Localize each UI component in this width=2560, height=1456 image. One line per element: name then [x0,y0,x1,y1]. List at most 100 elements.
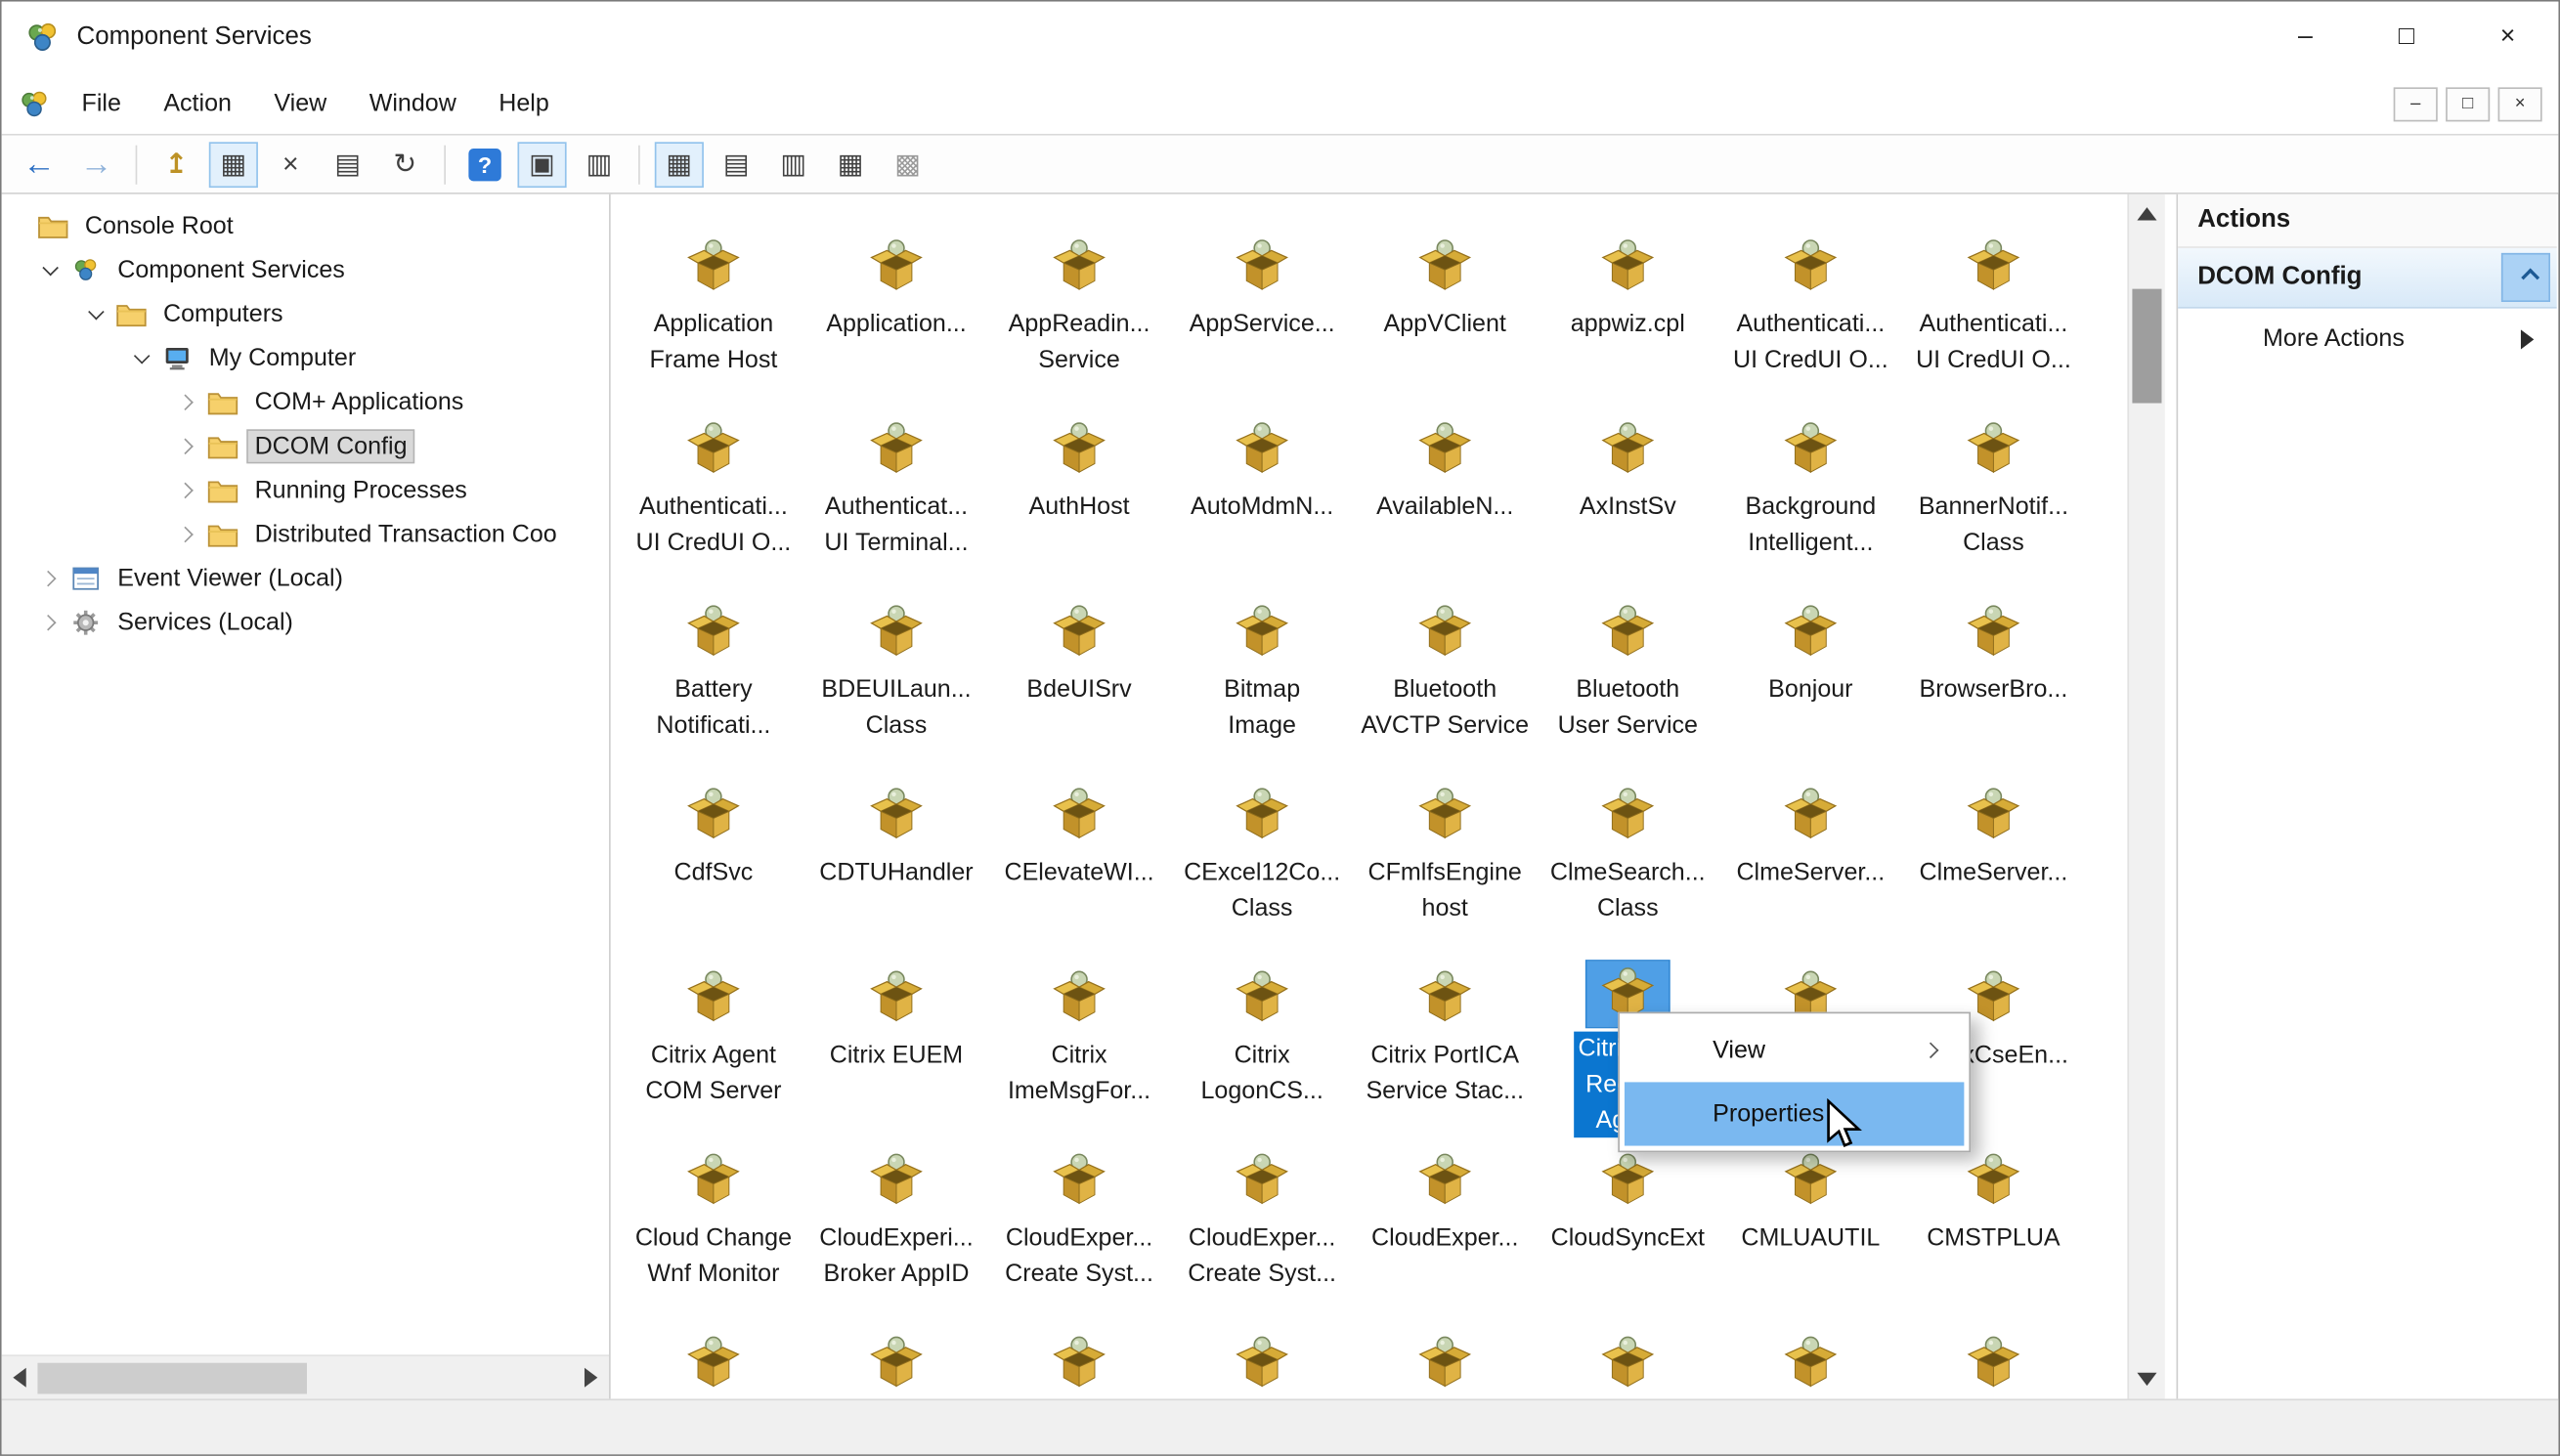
tree-item-my-computer[interactable]: My Computer [2,336,609,380]
help-button[interactable]: ? [460,141,509,187]
collapse-section-button[interactable] [2500,252,2551,303]
chevron-right-icon[interactable] [171,433,197,459]
component-cloudsyncext[interactable]: CloudSyncExt [1537,1128,1719,1310]
component-item[interactable] [1171,1310,1354,1398]
delete-button[interactable]: × [266,141,315,187]
chevron-right-icon[interactable] [171,522,197,548]
component-axinstsv[interactable]: AxInstSv [1537,397,1719,579]
tree-item-services-local[interactable]: Services (Local) [2,601,609,645]
component-citrix[interactable]: Citrix LogonCS... [1171,945,1354,1128]
component-item[interactable] [1354,1310,1537,1398]
scroll-down-button[interactable] [2129,1359,2165,1398]
component-celevatewi[interactable]: CElevateWI... [988,762,1171,945]
chevron-right-icon[interactable] [34,566,61,592]
component-appwiz-cpl[interactable]: appwiz.cpl [1537,214,1719,397]
component-clmeserver[interactable]: ClmeServer... [1902,762,2085,945]
menu-view[interactable]: View [253,73,348,134]
show-action-pane-button[interactable]: ▣ [517,141,567,188]
component-item[interactable] [1902,1310,2085,1398]
view-details-button[interactable]: ▦ [826,141,875,187]
component-clmesearch[interactable]: ClmeSearch... Class [1537,762,1719,945]
chevron-right-icon[interactable] [171,478,197,504]
actions-section-dcom-config[interactable]: DCOM Config [2178,247,2557,309]
component-bluetooth[interactable]: Bluetooth AVCTP Service [1354,579,1537,762]
component-cloudexperi[interactable]: CloudExperi... Broker AppID [804,1128,987,1310]
component-cloud-change[interactable]: Cloud Change Wnf Monitor [622,1128,804,1310]
menu-help[interactable]: Help [478,73,571,134]
more-actions-item[interactable]: More Actions [2178,309,2557,369]
refresh-button[interactable]: ↻ [380,141,429,187]
component-bitmap[interactable]: Bitmap Image [1171,579,1354,762]
tree-item-running-processes[interactable]: Running Processes [2,468,609,512]
context-menu-item-properties[interactable]: Properties [1624,1082,1965,1146]
properties-button[interactable]: ▤ [324,141,372,187]
menu-action[interactable]: Action [143,73,253,134]
export-list-button[interactable]: ▥ [575,141,624,187]
tree-item-computers[interactable]: Computers [2,292,609,336]
component-authenticati[interactable]: Authenticati... UI CredUI O... [1719,214,1902,397]
tree-item-dcom-config[interactable]: DCOM Config [2,424,609,468]
context-menu-item-view[interactable]: View [1625,1018,1964,1082]
scroll-up-button[interactable] [2129,194,2165,234]
component-appservice[interactable]: AppService... [1171,214,1354,397]
maximize-button[interactable]: □ [2356,2,2457,73]
component-citrix[interactable]: Citrix ImeMsgFor... [988,945,1171,1128]
component-cexcel12co[interactable]: CExcel12Co... Class [1171,762,1354,945]
horizontal-scrollbar[interactable] [1,1354,610,1399]
chevron-down-icon[interactable] [126,345,152,371]
forward-button[interactable]: → [71,141,120,187]
component-cloudexper[interactable]: CloudExper... Create Syst... [988,1128,1171,1310]
component-item[interactable] [1537,1310,1719,1398]
child-close-button[interactable]: × [2497,86,2542,121]
component-item[interactable] [804,1310,987,1398]
component-citrix-portica[interactable]: Citrix PortICA Service Stac... [1354,945,1537,1128]
component-authenticati[interactable]: Authenticati... UI CredUI O... [622,397,804,579]
component-cloudexper[interactable]: CloudExper... [1354,1128,1537,1310]
component-browserbro[interactable]: BrowserBro... [1902,579,2085,762]
minimize-button[interactable]: – [2255,2,2357,73]
chevron-right-icon[interactable] [171,389,197,415]
menu-file[interactable]: File [61,73,143,134]
tree-item-com-applications[interactable]: COM+ Applications [2,380,609,424]
tree-item-distributed-transaction-coo[interactable]: Distributed Transaction Coo [2,512,609,556]
component-application[interactable]: Application Frame Host [622,214,804,397]
component-clmeserver[interactable]: ClmeServer... [1719,762,1902,945]
tree-item-console-root[interactable]: Console Root [2,204,609,248]
component-bdeuilaun[interactable]: BDEUILaun... Class [804,579,987,762]
component-cdfsvc[interactable]: CdfSvc [622,762,804,945]
component-cmstplua[interactable]: CMSTPLUA [1902,1128,2085,1310]
component-appvclient[interactable]: AppVClient [1354,214,1537,397]
horizontal-scrollbar-thumb[interactable] [37,1362,308,1394]
scroll-left-button[interactable] [2,1355,38,1398]
component-availablen[interactable]: AvailableN... [1354,397,1537,579]
child-minimize-button[interactable]: – [2393,86,2438,121]
component-battery[interactable]: Battery Notificati... [622,579,804,762]
component-bluetooth[interactable]: Bluetooth User Service [1537,579,1719,762]
view-list-button[interactable]: ▥ [769,141,818,187]
view-small-icons-button[interactable]: ▤ [712,141,760,187]
tree-item-event-viewer-local[interactable]: Event Viewer (Local) [2,557,609,601]
component-item[interactable] [622,1310,804,1398]
component-authhost[interactable]: AuthHost [988,397,1171,579]
component-citrix-agent[interactable]: Citrix Agent COM Server [622,945,804,1128]
chevron-down-icon[interactable] [80,301,107,327]
menu-window[interactable]: Window [348,73,478,134]
component-bonjour[interactable]: Bonjour [1719,579,1902,762]
customize-view-button[interactable]: ▩ [884,141,933,187]
up-one-level-button[interactable]: ↥ [152,141,200,187]
vertical-scrollbar-thumb[interactable] [2132,288,2162,404]
vertical-scrollbar[interactable] [2127,193,2165,1399]
component-authenticat[interactable]: Authenticat... UI Terminal... [804,397,987,579]
child-restore-button[interactable]: □ [2446,86,2491,121]
component-item[interactable] [1719,1310,1902,1398]
component-background[interactable]: Background Intelligent... [1719,397,1902,579]
chevron-down-icon[interactable] [34,257,61,283]
component-appreadin[interactable]: AppReadin... Service [988,214,1171,397]
horizontal-scrollbar-track[interactable] [37,1356,573,1398]
component-application[interactable]: Application... [804,214,987,397]
component-automdmn[interactable]: AutoMdmN... [1171,397,1354,579]
back-button[interactable]: ← [15,141,64,187]
component-cdtuhandler[interactable]: CDTUHandler [804,762,987,945]
component-cmluautil[interactable]: CMLUAUTIL [1719,1128,1902,1310]
scroll-right-button[interactable] [573,1355,609,1398]
